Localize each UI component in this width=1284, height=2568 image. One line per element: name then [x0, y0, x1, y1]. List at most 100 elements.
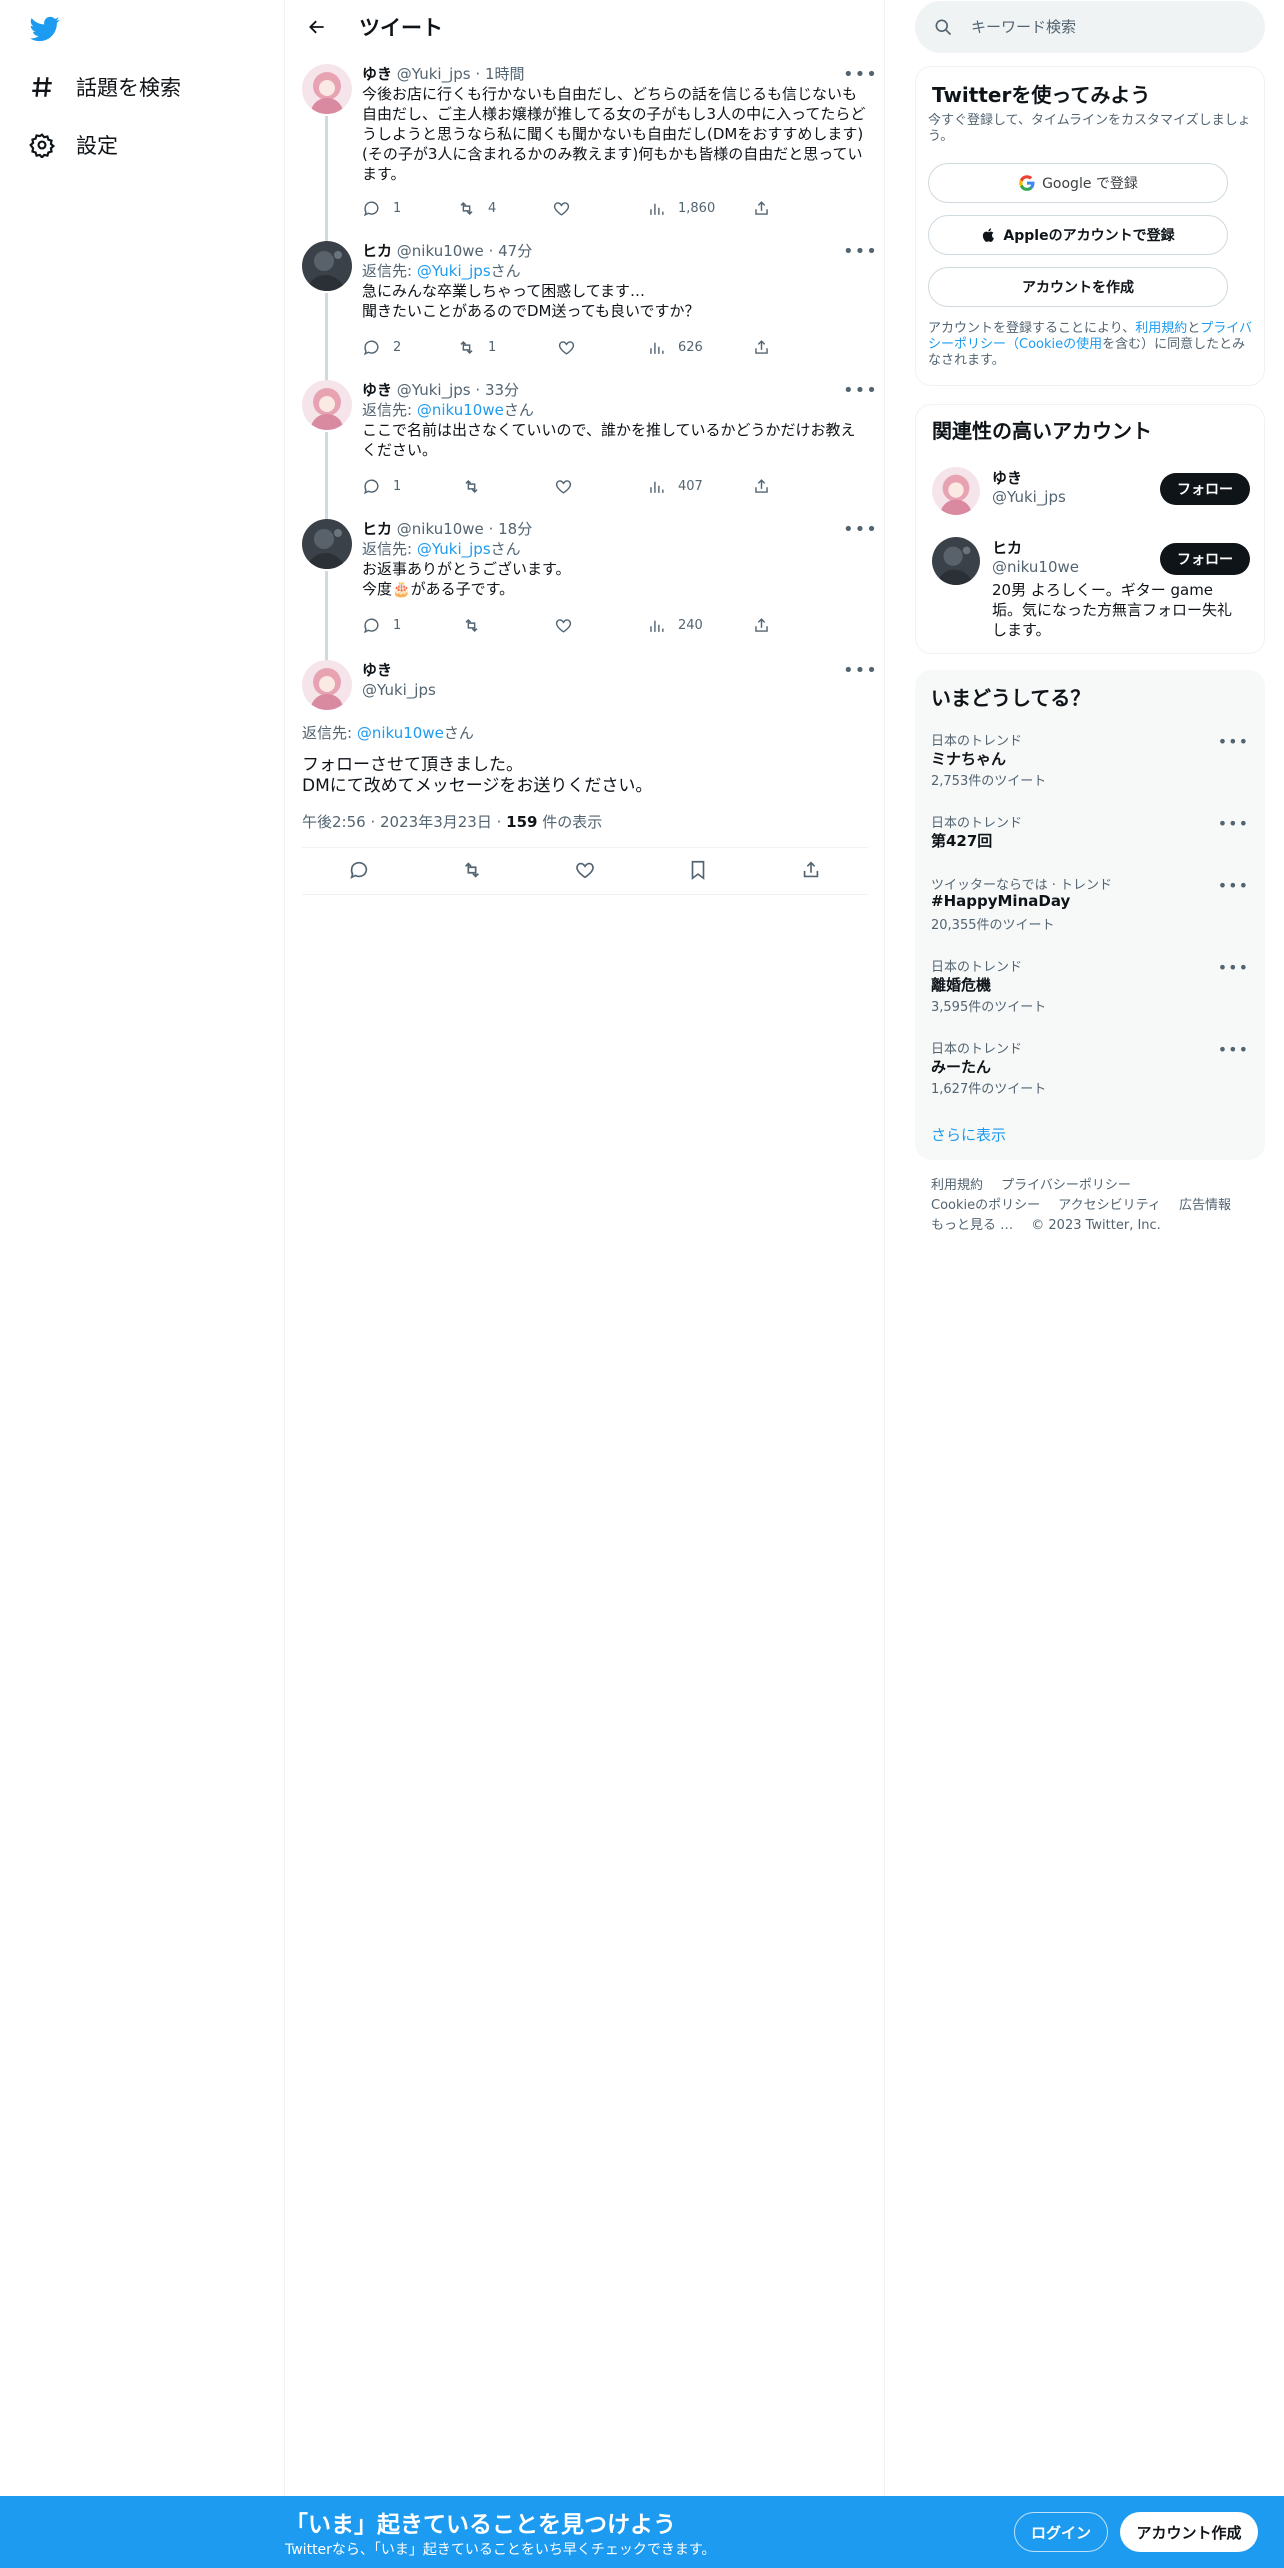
- tweet-time[interactable]: 33分: [485, 381, 519, 399]
- retweet-button[interactable]: [457, 855, 487, 885]
- share-button[interactable]: [752, 614, 771, 636]
- more-options-icon[interactable]: •••: [1218, 958, 1249, 977]
- like-button[interactable]: [554, 614, 585, 636]
- like-button[interactable]: [554, 475, 585, 497]
- footer-link-cookie[interactable]: Cookieのポリシー: [931, 1196, 1040, 1216]
- tweet[interactable]: ゆき @Yuki_jps · 1時間 今後お店に行くも行かないも自由だし、どちら…: [285, 64, 885, 246]
- author-name[interactable]: ゆき: [362, 65, 392, 83]
- account-name[interactable]: ゆき: [992, 467, 1022, 488]
- avatar[interactable]: [302, 519, 352, 569]
- more-options-icon[interactable]: •••: [1218, 732, 1249, 751]
- nav-settings[interactable]: 設定: [28, 123, 118, 167]
- like-button[interactable]: [557, 336, 588, 358]
- tweet-time[interactable]: 18分: [498, 520, 532, 538]
- bookmark-button[interactable]: [683, 855, 713, 885]
- retweet-button[interactable]: 4: [457, 197, 496, 219]
- author-handle[interactable]: @Yuki_jps: [362, 680, 436, 700]
- footer-link-more[interactable]: もっと見る …: [931, 1216, 1013, 1236]
- like-button[interactable]: [570, 855, 600, 885]
- retweet-button[interactable]: [462, 614, 493, 636]
- footer-link-accessibility[interactable]: アクセシビリティ: [1058, 1196, 1161, 1216]
- footer-link-ads[interactable]: 広告情報: [1179, 1196, 1231, 1216]
- more-options-icon[interactable]: •••: [843, 519, 877, 540]
- avatar[interactable]: [302, 241, 352, 291]
- more-options-icon[interactable]: •••: [843, 64, 877, 85]
- terms-link[interactable]: 利用規約: [1135, 321, 1187, 336]
- cookie-link[interactable]: （Cookieの使用: [1006, 337, 1102, 352]
- tweet-date[interactable]: 2023年3月23日: [380, 813, 492, 831]
- search-input[interactable]: [971, 13, 1241, 41]
- reply-button[interactable]: 1: [362, 197, 401, 219]
- author-handle[interactable]: @niku10we: [397, 520, 484, 538]
- tweet-time[interactable]: 午後2:56: [302, 813, 366, 831]
- more-options-icon[interactable]: •••: [843, 380, 877, 401]
- trend-item[interactable]: 日本のトレンド ミナちゃん 2,753件のツイート •••: [915, 730, 1265, 802]
- trend-item[interactable]: ツイッターならでは · トレンド #HappyMinaDay 20,355件のツ…: [915, 874, 1265, 946]
- more-options-icon[interactable]: •••: [1218, 876, 1249, 895]
- footer-link-terms[interactable]: 利用規約: [931, 1176, 983, 1196]
- tweet[interactable]: ヒカ @niku10we · 18分 返信先: @Yuki_jpsさん お返事あ…: [285, 519, 885, 661]
- share-button[interactable]: [752, 475, 771, 497]
- author-handle[interactable]: @Yuki_jps: [397, 65, 471, 83]
- retweet-button[interactable]: [462, 475, 493, 497]
- avatar[interactable]: [932, 467, 980, 515]
- login-button[interactable]: ログイン: [1014, 2512, 1108, 2552]
- footer-link-privacy[interactable]: プライバシーポリシー: [1001, 1176, 1131, 1196]
- mention-link[interactable]: @Yuki_jps: [417, 262, 491, 280]
- show-more-link[interactable]: さらに表示: [931, 1124, 1006, 1145]
- reply-button[interactable]: 1: [362, 475, 401, 497]
- avatar[interactable]: [302, 64, 352, 114]
- tweet-time[interactable]: 47分: [498, 242, 532, 260]
- share-button[interactable]: [796, 855, 826, 885]
- more-options-icon[interactable]: •••: [843, 660, 877, 681]
- retweet-button[interactable]: 1: [457, 336, 496, 358]
- search-bar[interactable]: [915, 1, 1265, 53]
- author-name[interactable]: ゆき: [362, 660, 436, 680]
- account-name[interactable]: ヒカ: [992, 537, 1022, 558]
- avatar[interactable]: [932, 537, 980, 585]
- avatar[interactable]: [302, 380, 352, 430]
- tweet[interactable]: ゆき @Yuki_jps · 33分 返信先: @niku10weさん ここで名…: [285, 380, 885, 522]
- views-button[interactable]: 626: [647, 336, 703, 358]
- author-name[interactable]: ヒカ: [362, 242, 392, 260]
- follow-button[interactable]: フォロー: [1160, 473, 1250, 505]
- mention-link[interactable]: @niku10we: [417, 401, 504, 419]
- more-options-icon[interactable]: •••: [1218, 1040, 1249, 1059]
- views-button[interactable]: 240: [647, 614, 703, 636]
- reply-button[interactable]: 1: [362, 614, 401, 636]
- account-row[interactable]: ゆき @Yuki_jps フォロー: [916, 463, 1266, 523]
- author-name[interactable]: ヒカ: [362, 520, 392, 538]
- views-button[interactable]: 407: [647, 475, 703, 497]
- reply-button[interactable]: 2: [362, 336, 401, 358]
- author-handle[interactable]: @niku10we: [397, 242, 484, 260]
- account-handle[interactable]: @Yuki_jps: [992, 488, 1066, 506]
- author-name[interactable]: ゆき: [362, 381, 392, 399]
- trend-item[interactable]: 日本のトレンド 離婚危機 3,595件のツイート •••: [915, 956, 1265, 1028]
- share-button[interactable]: [752, 336, 771, 358]
- apple-signup-button[interactable]: Appleのアカウントで登録: [928, 215, 1228, 255]
- more-options-icon[interactable]: •••: [843, 241, 877, 262]
- trend-name: #HappyMinaDay: [931, 892, 1071, 910]
- tweet[interactable]: ヒカ @niku10we · 47分 返信先: @Yuki_jpsさん 急にみん…: [285, 241, 885, 383]
- main-column: ツイート ゆき @Yuki_jps · 1時間 今後お店に行くも行かないも自由だ…: [285, 0, 885, 2496]
- trend-item[interactable]: 日本のトレンド みーたん 1,627件のツイート •••: [915, 1038, 1265, 1110]
- tweet-time[interactable]: 1時間: [485, 65, 525, 83]
- views-button[interactable]: 1,860: [647, 197, 715, 219]
- google-signup-button[interactable]: Google で登録: [928, 163, 1228, 203]
- account-handle[interactable]: @niku10we: [992, 558, 1079, 576]
- follow-button[interactable]: フォロー: [1160, 543, 1250, 575]
- account-row[interactable]: ヒカ @niku10we 20男 よろしくー。ギター game垢。気になった方無…: [916, 535, 1266, 645]
- nav-explore[interactable]: 話題を検索: [28, 65, 181, 109]
- back-button[interactable]: [299, 12, 335, 42]
- like-button[interactable]: [552, 197, 583, 219]
- mention-link[interactable]: @Yuki_jps: [417, 540, 491, 558]
- more-options-icon[interactable]: •••: [1218, 814, 1249, 833]
- twitter-bird-icon[interactable]: [28, 14, 62, 44]
- mention-link[interactable]: @niku10we: [357, 724, 444, 742]
- avatar[interactable]: [302, 660, 352, 710]
- share-button[interactable]: [752, 197, 771, 219]
- author-handle[interactable]: @Yuki_jps: [397, 381, 471, 399]
- signup-button[interactable]: アカウント作成: [1120, 2512, 1258, 2552]
- reply-button[interactable]: [344, 855, 374, 885]
- create-account-button[interactable]: アカウントを作成: [928, 267, 1228, 307]
